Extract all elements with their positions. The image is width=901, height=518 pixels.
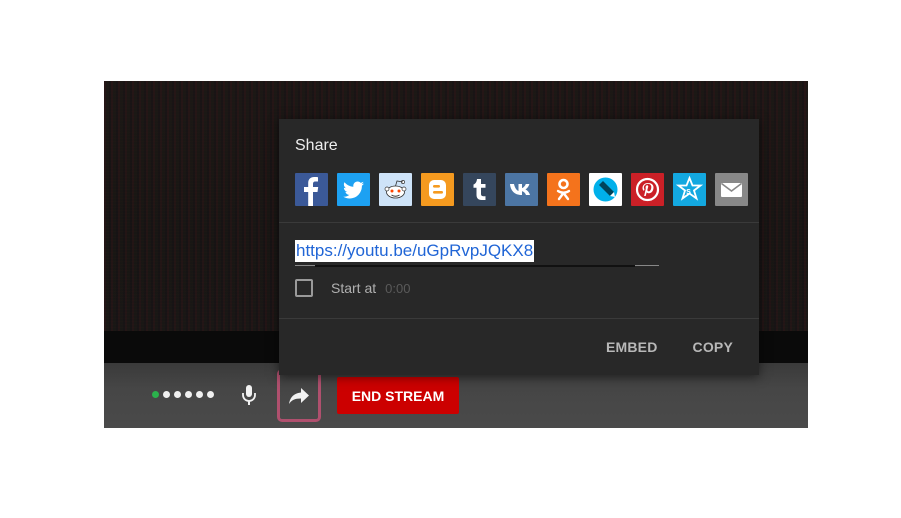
signal-dot: [163, 391, 170, 398]
share-actions: EMBED COPY: [606, 339, 733, 355]
start-at-time: 0:00: [385, 280, 411, 296]
share-url-text[interactable]: https://youtu.be/uGpRvpJQKX8: [295, 240, 535, 262]
tumblr-icon[interactable]: [463, 173, 496, 206]
email-icon[interactable]: [715, 173, 748, 206]
signal-dot: [196, 391, 203, 398]
start-at-row: Start at 0:00: [295, 279, 410, 297]
share-dialog: Share s https://youtu.be/uGpRvpJQKX8 Sta…: [279, 119, 759, 375]
end-stream-button[interactable]: END STREAM: [337, 377, 459, 414]
signal-dot: [207, 391, 214, 398]
microphone-icon[interactable]: [241, 384, 257, 406]
signal-dot: [174, 391, 181, 398]
signal-dots: [152, 391, 214, 398]
myspace-icon[interactable]: s: [673, 173, 706, 206]
share-button[interactable]: [277, 369, 321, 422]
vk-icon[interactable]: [505, 173, 538, 206]
pinterest-icon[interactable]: [631, 173, 664, 206]
reddit-icon[interactable]: [379, 173, 412, 206]
divider: [279, 222, 759, 223]
start-at-checkbox[interactable]: [295, 279, 313, 297]
social-share-icons: s: [295, 173, 748, 206]
facebook-icon[interactable]: [295, 173, 328, 206]
signal-dot-active: [152, 391, 159, 398]
twitter-icon[interactable]: [337, 173, 370, 206]
copy-button[interactable]: COPY: [693, 339, 733, 355]
signal-dot: [185, 391, 192, 398]
embed-button[interactable]: EMBED: [606, 339, 658, 355]
livejournal-icon[interactable]: [589, 173, 622, 206]
url-underline-dark: [315, 265, 635, 267]
odnoklassniki-icon[interactable]: [547, 173, 580, 206]
divider: [279, 318, 759, 319]
share-dialog-title: Share: [295, 137, 338, 154]
share-arrow-icon: [289, 387, 309, 404]
share-url-field[interactable]: https://youtu.be/uGpRvpJQKX8: [295, 240, 659, 267]
start-at-label: Start at: [331, 280, 377, 296]
svg-text:s: s: [686, 186, 691, 196]
blogger-icon[interactable]: [421, 173, 454, 206]
